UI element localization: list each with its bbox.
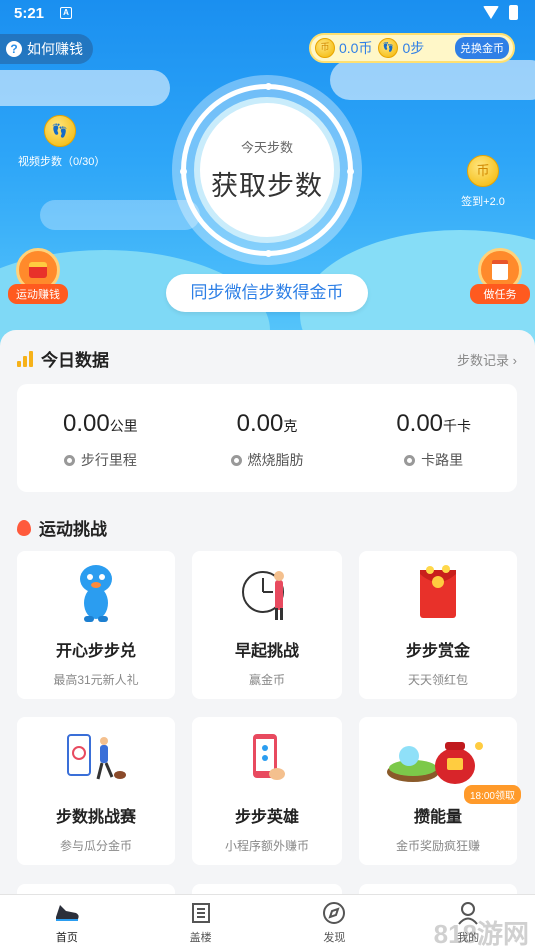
step-record-link[interactable]: 步数记录 › (457, 350, 517, 369)
video-coin-icon: 👣 (44, 115, 76, 147)
challenges-header: 运动挑战 (17, 515, 107, 540)
challenges-title: 运动挑战 (39, 520, 107, 539)
red-envelope-icon (420, 565, 456, 618)
sync-wechat-steps-button[interactable]: 同步微信步数得金币 (166, 274, 368, 312)
card-title: 步步赏金 (405, 643, 470, 660)
stat-value: 0.00 (62, 410, 110, 437)
challenge-card-happy-steps[interactable]: 开心步步兑 最高31元新人礼 (17, 551, 175, 699)
challenge-card-early-rise[interactable]: 早起挑战 赢金币 (192, 551, 342, 699)
step-dial[interactable]: 今天步数 获取步数 (172, 75, 362, 265)
card-subtitle: 最高31元新人礼 (53, 673, 139, 687)
battery-icon (509, 5, 518, 20)
tab-discover[interactable]: 发现 (268, 895, 402, 951)
tab-label: 发现 (323, 932, 346, 944)
card-subtitle: 赢金币 (248, 673, 285, 687)
status-bar: 5:21 A (0, 0, 535, 28)
energy-time-tag: 18:00领取 (463, 785, 521, 804)
flame-icon (17, 519, 31, 536)
alarm-clock-icon (242, 571, 284, 620)
card-title: 步步英雄 (234, 809, 299, 826)
wallet-bar: 币 0.0币 👣 0步 兑换金币 (309, 33, 515, 63)
stat-desc: 步行里程 (80, 452, 137, 468)
stat-value: 0.00 (396, 410, 444, 437)
video-steps-label: 视频步数（0/30） (18, 156, 106, 168)
challenge-card-step-contest[interactable]: 步数挑战赛 参与瓜分金币 (17, 717, 175, 865)
exchange-coins-button[interactable]: 兑换金币 (455, 37, 509, 59)
distance-icon (63, 454, 75, 466)
shoe-icon (54, 901, 80, 925)
challenge-card-step-hero[interactable]: 步步英雄 小程序额外赚币 (192, 717, 342, 865)
steps-value: 0步 (402, 40, 425, 56)
today-data-header: 今日数据 (17, 346, 109, 371)
card-subtitle: 天天领红包 (407, 673, 468, 687)
card-title: 步数挑战赛 (55, 809, 136, 826)
checkin-label: 签到+2.0 (461, 196, 505, 208)
watermark: 818游网 (433, 919, 529, 949)
mini-program-phone-icon (253, 734, 285, 780)
tab-home[interactable]: 首页 (0, 895, 134, 951)
card-subtitle: 小程序额外赚币 (224, 839, 309, 853)
status-time: 5:21 (14, 5, 45, 22)
step-coin-icon: 👣 (378, 38, 399, 58)
stat-unit: 千卡 (443, 418, 472, 434)
stat-unit: 克 (283, 418, 298, 434)
stat-desc: 燃烧脂肪 (247, 452, 304, 468)
fat-icon (230, 454, 242, 466)
card-title: 开心步步兑 (55, 643, 136, 660)
stat-unit: 公里 (109, 418, 138, 434)
tab-label: 首页 (55, 932, 78, 944)
bar-chart-icon (17, 350, 33, 367)
stat-fat: 0.00克 燃烧脂肪 (184, 384, 351, 492)
building-icon (188, 901, 214, 925)
help-icon: ? (6, 41, 22, 57)
stat-distance: 0.00公里 步行里程 (17, 384, 184, 492)
money-bag-icon (387, 742, 483, 784)
challenge-card-energy[interactable]: 18:00领取 攒能量 金币奖励疯狂赚 (359, 717, 521, 865)
blue-mascot-icon (80, 565, 112, 622)
sport-earn-button[interactable]: 运动赚钱 (8, 248, 68, 304)
checkin-button[interactable]: 币 签到+2.0 (455, 155, 511, 209)
compass-icon (321, 901, 347, 925)
today-data-title: 今日数据 (41, 351, 109, 370)
how-to-earn-label: 如何赚钱 (27, 41, 83, 57)
tab-label: 盖楼 (189, 932, 212, 944)
notification-icon: A (60, 7, 72, 19)
stats-card: 0.00公里 步行里程 0.00克 燃烧脂肪 0.00千卡 卡路里 (17, 384, 517, 492)
sport-earn-label: 运动赚钱 (8, 284, 68, 304)
wifi-icon (483, 6, 499, 19)
today-steps-label: 今天步数 (240, 140, 293, 155)
card-subtitle: 金币奖励疯狂赚 (395, 839, 480, 853)
tab-build[interactable]: 盖楼 (134, 895, 268, 951)
stat-value: 0.00 (236, 410, 284, 437)
challenge-grid: 开心步步兑 最高31元新人礼 早起挑战 赢金币 步步赏金 天天领红包 步数挑战赛… (17, 551, 521, 865)
challenge-card-step-bounty[interactable]: 步步赏金 天天领红包 (359, 551, 517, 699)
task-list-icon (492, 260, 508, 280)
calorie-icon (404, 454, 416, 466)
stat-desc: 卡路里 (421, 452, 464, 468)
checkin-coin-icon: 币 (467, 155, 499, 187)
card-subtitle: 参与瓜分金币 (59, 839, 132, 853)
how-to-earn-button[interactable]: ? 如何赚钱 (0, 34, 93, 64)
app-screen: 5:21 A ? 如何赚钱 币 0.0币 👣 0步 兑换金币 今天步数 获取步数… (0, 0, 535, 951)
tasks-label: 做任务 (470, 284, 530, 304)
stat-calories: 0.00千卡 卡路里 (350, 384, 517, 492)
phone-runner-icon (67, 734, 126, 780)
red-envelope-icon (29, 262, 47, 278)
coin-icon: 币 (315, 38, 335, 58)
tasks-button[interactable]: 做任务 (470, 248, 530, 304)
get-steps-label: 获取步数 (211, 171, 323, 201)
coins-value: 0.0币 (339, 40, 373, 56)
card-title: 早起挑战 (234, 643, 299, 660)
card-title: 攒能量 (413, 809, 462, 826)
video-steps-button[interactable]: 👣 视频步数（0/30） (18, 115, 106, 169)
